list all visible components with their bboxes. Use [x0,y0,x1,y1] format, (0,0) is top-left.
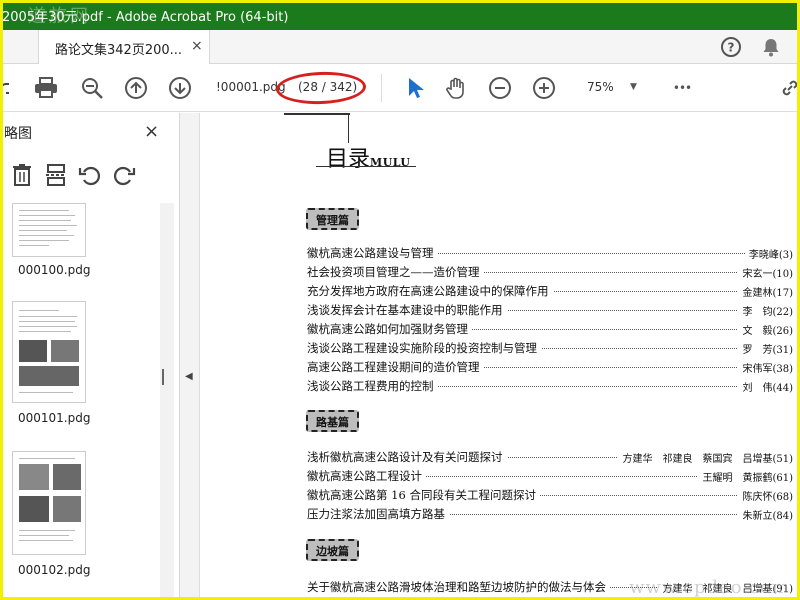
toc-entry[interactable]: 充分发挥地方政府在高速公路建设中的保障作用 金建林(17) [307,283,793,301]
page-rule [284,113,350,115]
toc-entry[interactable]: 高速公路工程建设期间的造价管理 宋伟军(38) [307,359,793,377]
notification-bell-icon[interactable] [760,36,782,62]
page-thumbnail[interactable] [12,451,86,555]
page-rule-vertical [348,113,349,143]
zoom-in-icon[interactable] [532,76,556,100]
toc-entry[interactable]: 徽杭高速公路建设与管理 李晓峰(3) [307,245,793,263]
toc-entry[interactable]: 徽杭高速公路第 16 合同段有关工程问题探讨 陈庆怀(68) [307,487,793,505]
help-icon[interactable]: ? [720,36,742,62]
svg-text:?: ? [728,41,735,55]
thumbnail-label: 000100.pdg [18,263,91,277]
collapse-arrow-icon[interactable]: ◀ [185,371,193,382]
toc-heading-text: 目录 [326,147,371,172]
toc-heading: 目录MULU [326,141,411,173]
zoom-level-select[interactable]: 75% [587,80,614,94]
sidebar-title: 略图 [4,126,32,142]
toc-heading-sub: MULU [370,156,411,169]
thumbnail-sidebar: 略图 × 000100.pdg 000101.pdg 000102.pdg [0,113,180,600]
page-thumbnail[interactable] [12,203,86,257]
crop-pages-icon[interactable] [44,163,68,187]
page-thumbnail[interactable] [12,301,86,403]
resize-grip[interactable] [162,369,164,385]
share-link-icon[interactable] [0,76,20,100]
toc-entry[interactable]: 徽杭高速公路如何加强财务管理文 毅(26) [307,321,793,339]
delete-page-icon[interactable] [10,163,34,187]
title-bar: 2005年30元.pdf - Adobe Acrobat Pro (64-bit… [0,0,800,30]
tab-close-button[interactable]: × [191,38,203,54]
section-tag: 边坡篇 [306,539,359,561]
heading-underline [316,166,416,167]
sidebar-scrollbar[interactable] [160,203,174,600]
tab-bar: 路论文集342页200... × ? [0,30,800,64]
zoom-out-icon[interactable] [488,76,512,100]
link-icon[interactable] [778,76,800,100]
toolbar-divider [381,74,382,102]
previous-page-icon[interactable] [124,76,148,100]
more-tools-icon[interactable]: ••• [668,76,696,100]
document-tab[interactable]: 路论文集342页200... × [38,30,210,64]
sidebar-close-button[interactable]: × [144,121,159,142]
toc-entry[interactable]: 社会投资项目管理之——造价管理 宋玄一(10) [307,264,793,282]
thumbnail-label: 000101.pdg [18,411,91,425]
site-watermark: 道旅网 [28,6,91,27]
thumbnail-label: 000102.pdg [18,563,91,577]
toc-entry[interactable]: 浅谈公路工程建设实施阶段的投资控制与管理罗 芳(31) [307,340,793,358]
section-tag: 管理篇 [306,208,359,230]
sidebar-toolbar [8,161,178,189]
rotate-right-icon[interactable] [112,163,136,187]
page-watermark: www.cpdao.com [629,577,790,598]
chevron-down-icon[interactable]: ▼ [630,82,637,92]
print-icon[interactable] [34,76,58,100]
rotate-left-icon[interactable] [78,163,102,187]
toc-entry[interactable]: 浅谈发挥会计在基本建设中的职能作用李 钧(22) [307,302,793,320]
toc-entry[interactable]: 浅析徽杭高速公路设计及有关问题探讨 方建华 祁建良 蔡国宾 吕增基(51) [307,449,793,467]
select-cursor-icon[interactable] [402,76,426,100]
tab-label: 路论文集342页200... [55,43,183,58]
main-toolbar: !00001.pdg (28 / 342) 75% ▼ ••• [0,64,800,112]
hand-tool-icon[interactable] [444,76,468,100]
document-view: 目录MULU 管理篇 徽杭高速公路建设与管理 李晓峰(3) 社会投资项目管理之——… [200,113,800,600]
sidebar-splitter[interactable]: ◀ [162,113,200,600]
toc-entry[interactable]: 徽杭高速公路工程设计 王耀明 黄振鹤(61) [307,468,793,486]
zoom-out-search-icon[interactable] [80,76,104,100]
section-tag: 路基篇 [306,410,359,432]
toc-entry[interactable]: 浅谈公路工程费用的控制刘 伟(44) [307,378,793,396]
thumbnail-list: 000100.pdg 000101.pdg 000102.pdg [0,203,160,600]
toc-entry[interactable]: 压力注浆法加固高填方路基 朱新立(84) [307,506,793,524]
annotation-ellipse [275,70,367,106]
next-page-icon[interactable] [168,76,192,100]
